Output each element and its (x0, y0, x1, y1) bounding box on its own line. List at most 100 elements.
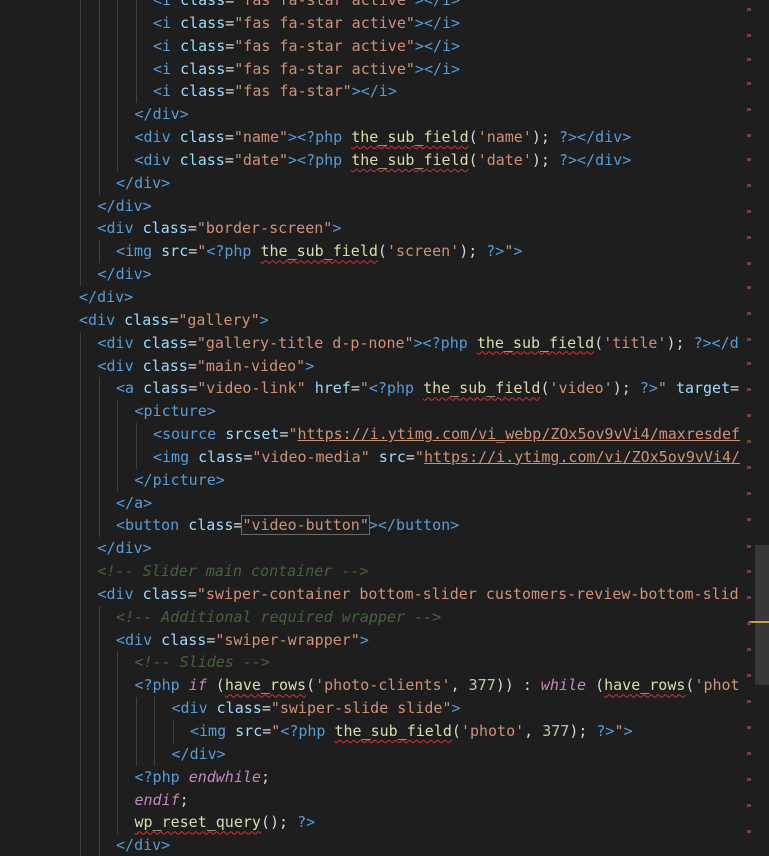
indent-guide (98, 491, 100, 515)
code-line[interactable]: <img class="video-media" src="https://i.… (0, 445, 769, 469)
ruler-error-mark (747, 752, 751, 755)
code-token: i (162, 13, 172, 32)
code-line[interactable]: <img src="<?php the_sub_field('screen');… (0, 240, 769, 264)
code-line[interactable]: endif; (0, 788, 769, 812)
cursor-position-marker (749, 621, 769, 623)
code-token: < (153, 13, 163, 32)
code-line[interactable]: wp_reset_query(); ?> (0, 811, 769, 835)
code-token: "swiper-wrapper" (215, 630, 360, 649)
indent-guide (98, 834, 100, 856)
code-token: wp_reset_query (134, 813, 261, 832)
code-token: ); (612, 379, 640, 398)
code-line[interactable]: <a class="video-link" href="<?php the_su… (0, 377, 769, 401)
code-line[interactable]: <i class="fas fa-star active"></i> (0, 11, 769, 35)
code-line[interactable]: <div class="date"><?php the_sub_field('d… (0, 148, 769, 172)
code-token: class (142, 333, 188, 352)
code-token: div (595, 128, 623, 147)
code-token: </ (116, 493, 135, 512)
overview-ruler[interactable] (741, 0, 769, 856)
indent-guide (117, 57, 118, 81)
code-line[interactable]: <i class="fas fa-star active"></i> (0, 0, 769, 12)
ruler-error-mark (747, 262, 751, 265)
code-token: "gallery" (178, 310, 260, 329)
code-line[interactable]: <div class="name"><?php the_sub_field('n… (0, 126, 769, 149)
code-token: div (106, 219, 134, 238)
code-token: class (180, 0, 226, 9)
code-token: = (206, 630, 216, 649)
code-line-content: <div class="swiper-wrapper"> (116, 629, 369, 652)
code-token: ?> (558, 128, 578, 147)
code-token: <?php (422, 333, 468, 352)
code-lines[interactable]: <i class="fas fa-star active"></i> <i cla… (0, 0, 769, 856)
code-line[interactable]: <div class="main-video"> (0, 354, 769, 378)
code-token: > (414, 13, 424, 32)
code-line-content: <?php if (have_rows('photo-clients', 377… (135, 674, 740, 697)
code-line[interactable]: <i class="fas fa-star active"></i> (0, 57, 769, 81)
indent-guide (80, 468, 81, 492)
code-token: class (161, 630, 207, 649)
code-line[interactable]: </div> (0, 834, 769, 856)
code-token: <?php (206, 242, 252, 261)
code-line[interactable]: </a> (0, 491, 769, 515)
code-token: > (142, 265, 152, 284)
code-token: class (216, 699, 262, 718)
code-token: < (153, 59, 163, 78)
code-token: i (162, 82, 172, 101)
code-editor[interactable]: <i class="fas fa-star active"></i> <i cla… (0, 0, 769, 856)
code-token: > (414, 36, 424, 55)
code-line[interactable]: <!-- Slides --> (0, 651, 769, 675)
code-token: ?> (558, 150, 578, 169)
code-token: </ (423, 0, 442, 9)
code-token: ); (666, 333, 694, 352)
code-line[interactable]: <picture> (0, 400, 769, 424)
code-token: the_sub_field (260, 242, 378, 261)
code-line[interactable]: <div class="swiper-slide slide"> (0, 697, 769, 720)
code-line[interactable]: <?php if (have_rows('photo-clients', 377… (0, 674, 769, 698)
code-line[interactable]: <i class="fas fa-star active"></i> (0, 34, 769, 58)
code-token: < (153, 36, 163, 55)
code-line-content: </div> (98, 195, 152, 218)
code-line[interactable]: <i class="fas fa-star"></i> (0, 80, 769, 104)
indent-guide (98, 80, 100, 104)
code-token: "border-screen" (196, 219, 333, 238)
code-line[interactable]: <div class="border-screen"> (0, 217, 769, 241)
indent-guide (135, 423, 137, 446)
code-token: = (225, 82, 235, 101)
code-line[interactable]: <?php endwhile; (0, 765, 769, 789)
code-line[interactable]: </div> (0, 171, 769, 195)
code-line-content: endif; (135, 789, 189, 812)
code-line[interactable]: <div class="gallery"> (0, 309, 769, 332)
code-token: 'screen' (386, 242, 460, 261)
ruler-error-mark (747, 388, 751, 391)
indent-guide (80, 34, 81, 58)
code-line[interactable]: </div> (0, 286, 769, 309)
code-token: <?php (297, 128, 343, 147)
code-token: img (125, 242, 153, 261)
code-line-content: <source srcset="https://i.ytimg.com/vi_w… (153, 423, 740, 446)
scrollbar-thumb[interactable] (755, 545, 769, 685)
code-line[interactable]: <img src="<?php the_sub_field('photo', 3… (0, 720, 769, 743)
code-line[interactable]: <source srcset="https://i.ytimg.com/vi_w… (0, 423, 769, 446)
code-token: 'date' (477, 150, 532, 169)
code-line-content: <!-- Slides --> (135, 651, 270, 674)
code-line[interactable]: <button class="video-button"></button> (0, 514, 769, 538)
indent-guide (80, 765, 81, 789)
code-line[interactable]: </div> (0, 103, 769, 127)
code-line[interactable]: </div> (0, 742, 769, 766)
code-line[interactable]: </picture> (0, 468, 769, 492)
code-line[interactable]: <div class="gallery-title d-p-none"><?ph… (0, 331, 769, 355)
code-token: </ (134, 470, 153, 489)
indent-guide (80, 582, 81, 606)
code-line[interactable]: </div> (0, 263, 769, 286)
code-line[interactable]: <div class="swiper-wrapper"> (0, 628, 769, 652)
code-token: ( (468, 150, 478, 169)
code-line[interactable]: </div> (0, 537, 769, 561)
code-line[interactable]: <div class="swiper-container bottom-slid… (0, 582, 769, 606)
code-line-content: <img src="<?php the_sub_field('photo', 3… (190, 720, 633, 743)
code-line[interactable]: </div> (0, 194, 769, 218)
code-token: if (188, 676, 207, 695)
indent-guide (80, 811, 81, 835)
code-line[interactable]: <!-- Slider main container --> (0, 560, 769, 583)
code-line[interactable]: <!-- Additional required wrapper --> (0, 605, 769, 629)
